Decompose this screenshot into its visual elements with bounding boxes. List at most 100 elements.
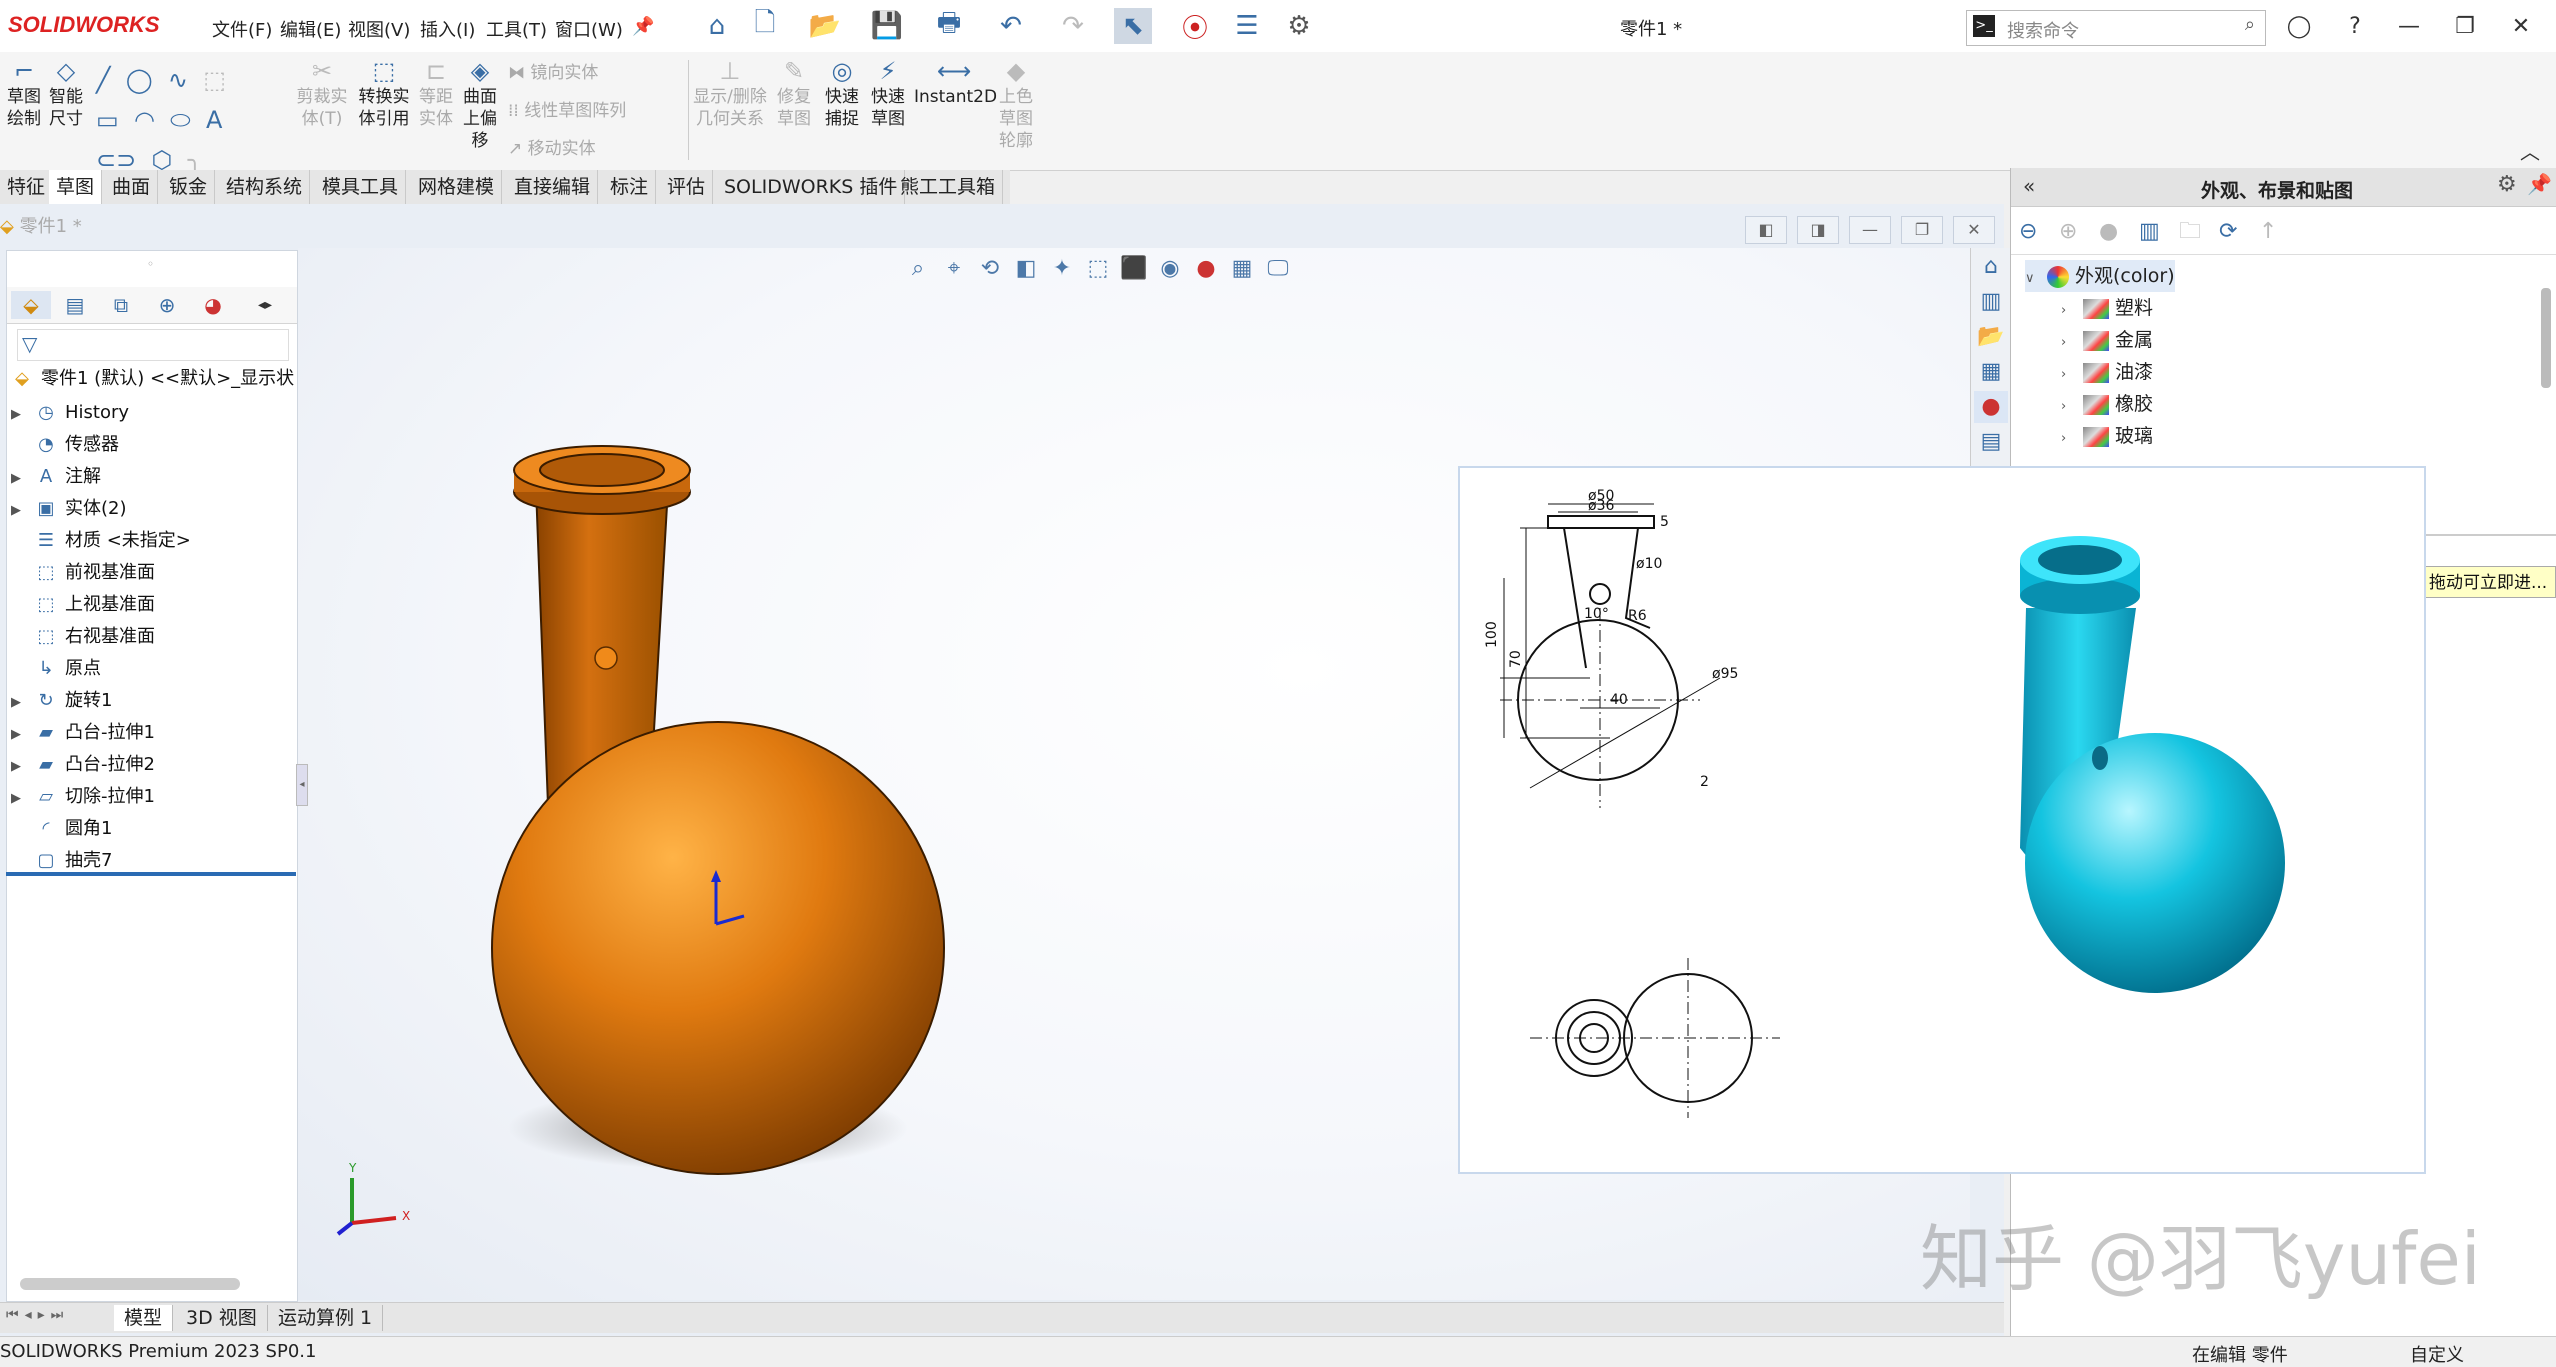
tab-evaluate[interactable]: 评估 <box>660 170 714 204</box>
back-arrow-icon[interactable]: ⊖ <box>2019 219 2059 244</box>
user-account-icon[interactable]: ◯ <box>2280 8 2318 44</box>
instant2d-button[interactable]: ⟷ Instant2D <box>914 58 997 108</box>
offset-on-surface-button[interactable]: ◈ 曲面 上偏 移 <box>460 58 500 152</box>
display-style-icon[interactable]: ⬛ <box>1116 254 1152 284</box>
hide-show-items-icon[interactable]: ◉ <box>1152 254 1188 284</box>
tree-item[interactable]: ▶ ▱ 切除-拉伸1 <box>11 781 191 813</box>
rectangle-icon[interactable]: ▭ <box>96 106 119 134</box>
expand-arrow-icon[interactable]: › <box>2061 327 2083 359</box>
help-icon[interactable]: ? <box>2336 8 2374 44</box>
tree-item[interactable]: ↳ 原点 <box>11 653 191 685</box>
rollback-bar[interactable] <box>6 872 296 876</box>
file-properties-icon[interactable]: ☰ <box>1228 8 1266 44</box>
construction-icon[interactable]: ⬚ <box>203 66 226 94</box>
custom-properties-icon[interactable]: ▤ <box>1974 426 2008 458</box>
undo-icon[interactable]: ↶ <box>992 8 1030 44</box>
forward-arrow-icon[interactable]: ⊕ <box>2059 219 2099 244</box>
doc-close-icon[interactable]: ✕ <box>1953 216 1995 244</box>
menu-insert[interactable]: 插入(I) <box>420 16 475 42</box>
trim-button[interactable]: ✂ 剪裁实 体(T) <box>296 58 348 130</box>
spline-icon[interactable]: ∿ <box>168 66 188 94</box>
expand-arrow-icon[interactable]: › <box>2061 391 2083 423</box>
select-cursor-icon[interactable]: ⬉ <box>1114 8 1152 44</box>
home-icon[interactable]: ⌂ <box>698 8 736 44</box>
circle-icon[interactable]: ◯ <box>126 66 153 94</box>
appearance-folder[interactable]: › 金属 <box>2061 324 2153 356</box>
tab-markup[interactable]: 标注 <box>603 170 657 204</box>
tab-structure-system[interactable]: 结构系统 <box>219 170 311 204</box>
menu-edit[interactable]: 编辑(E) <box>280 16 341 42</box>
tile-right-icon[interactable]: ◨ <box>1797 216 1839 244</box>
tabs-scroll-icon[interactable]: ◂▸ <box>253 291 277 319</box>
tree-vertical-scrollbar[interactable] <box>2541 288 2551 388</box>
expand-arrow-icon[interactable]: ▶ <box>11 751 33 783</box>
tree-item[interactable]: ▶ ↻ 旋转1 <box>11 685 191 717</box>
tree-item[interactable]: ◜ 圆角1 <box>11 813 191 845</box>
offset-entities-button[interactable]: ⊏ 等距 实体 <box>416 58 456 130</box>
tree-item[interactable]: ▶ A 注解 <box>11 461 191 493</box>
tab-3d-views[interactable]: 3D 视图 <box>176 1305 268 1331</box>
menu-view[interactable]: 视图(V) <box>348 16 410 42</box>
repair-sketch-button[interactable]: ✎ 修复 草图 <box>774 58 814 130</box>
tab-xiong-toolbox[interactable]: 熊工工具箱 <box>893 170 1004 204</box>
tree-item[interactable]: ◔ 传感器 <box>11 429 191 461</box>
tree-item[interactable]: ▶ ▣ 实体(2) <box>11 493 191 525</box>
tree-item[interactable]: ▶ ◷ History <box>11 397 191 429</box>
configurationmanager-tab-icon[interactable]: ⧉ <box>101 291 141 319</box>
sketch-button[interactable]: ⌐ 草图 绘制 <box>4 58 44 130</box>
tree-root[interactable]: ⬙ 零件1 (默认) <<默认>_显示状 <box>9 363 294 395</box>
close-icon[interactable]: ✕ <box>2502 8 2540 44</box>
line-icon[interactable]: ╱ <box>96 66 110 94</box>
convert-entities-button[interactable]: ⬚ 转换实 体引用 <box>356 58 412 130</box>
tree-item[interactable]: ☰ 材质 <未指定> <box>11 525 191 557</box>
featuremanager-tab-icon[interactable]: ⬙ <box>11 291 51 319</box>
appearance-ball-icon[interactable]: ● <box>2099 219 2139 244</box>
save-icon[interactable]: 💾 <box>868 8 906 44</box>
view-orientation-icon[interactable]: ⬚ <box>1080 254 1116 284</box>
expand-arrow-icon[interactable]: ▶ <box>11 687 33 719</box>
tree-item[interactable]: ▶ ▰ 凸台-拉伸2 <box>11 749 191 781</box>
collapse-pane-icon[interactable]: « <box>2023 174 2035 198</box>
tree-item[interactable]: ▶ ▰ 凸台-拉伸1 <box>11 717 191 749</box>
collapse-ribbon-icon[interactable]: ︿ <box>2520 136 2540 165</box>
rebuild-traffic-light-icon[interactable]: ⦿ <box>1176 8 1214 44</box>
menu-file[interactable]: 文件(F) <box>212 16 272 42</box>
linear-pattern-button[interactable]: ⁞⁞ 线性草图阵列 <box>508 100 626 122</box>
tree-filter-input[interactable]: ▽ <box>17 329 289 361</box>
displaymanager-tab-icon[interactable]: ◕ <box>193 291 233 319</box>
tree-horizontal-scrollbar[interactable] <box>20 1278 240 1290</box>
doc-restore-icon[interactable]: ❐ <box>1901 216 1943 244</box>
minimize-icon[interactable]: — <box>2390 8 2428 44</box>
search-icon[interactable]: ⌕ <box>2245 14 2255 35</box>
appearance-folder[interactable]: › 油漆 <box>2061 356 2153 388</box>
dimxpertmanager-tab-icon[interactable]: ⊕ <box>147 291 187 319</box>
pin-icon[interactable]: 📌 <box>632 16 654 37</box>
pin-pane-icon[interactable]: 📌 <box>2527 172 2552 196</box>
tab-solidworks-addins[interactable]: SOLIDWORKS 插件 <box>717 170 906 204</box>
expand-arrow-icon[interactable]: › <box>2061 359 2083 391</box>
expand-arrow-icon[interactable]: ▶ <box>11 399 33 431</box>
search-input[interactable]: >_ 搜索命令 ⌕ <box>1966 10 2266 46</box>
expand-arrow-icon[interactable]: ▶ <box>11 463 33 495</box>
tree-item[interactable]: ⬚ 右视基准面 <box>11 621 191 653</box>
tab-mesh-modeling[interactable]: 网格建模 <box>411 170 503 204</box>
redo-icon[interactable]: ↷ <box>1054 8 1092 44</box>
tab-sheet-metal[interactable]: 钣金 <box>162 170 216 204</box>
quick-snaps-button[interactable]: ◎ 快速 捕捉 <box>822 58 862 130</box>
dynamic-annotation-icon[interactable]: ✦ <box>1044 254 1080 284</box>
shaded-sketch-contours-button[interactable]: ◆ 上色 草图 轮廓 <box>996 58 1036 152</box>
up-level-icon[interactable]: ↑ <box>2259 219 2299 244</box>
new-document-icon[interactable]: 🗋 <box>746 8 784 44</box>
tab-direct-editing[interactable]: 直接编辑 <box>507 170 599 204</box>
tree-item[interactable]: ⬚ 前视基准面 <box>11 557 191 589</box>
refresh-icon[interactable]: ⟳ <box>2219 219 2259 244</box>
apply-scene-icon[interactable]: ▦ <box>1224 254 1260 284</box>
ellipse-icon[interactable]: ⬭ <box>170 106 191 134</box>
sketch-entity-palette[interactable]: ╱ ◯ ∿ ⬚ ▭ ◠ ⬭ A ⊂⊃ ⬡ ╮ <box>96 60 276 174</box>
move-entities-button[interactable]: ↗ 移动实体 <box>508 138 596 160</box>
expand-arrow-icon[interactable]: ▶ <box>11 495 33 527</box>
tab-model[interactable]: 模型 <box>114 1305 174 1331</box>
tab-motion-study[interactable]: 运动算例 1 <box>268 1305 384 1331</box>
tile-left-icon[interactable]: ◧ <box>1745 216 1787 244</box>
zoom-to-area-icon[interactable]: ⌖ <box>936 254 972 284</box>
